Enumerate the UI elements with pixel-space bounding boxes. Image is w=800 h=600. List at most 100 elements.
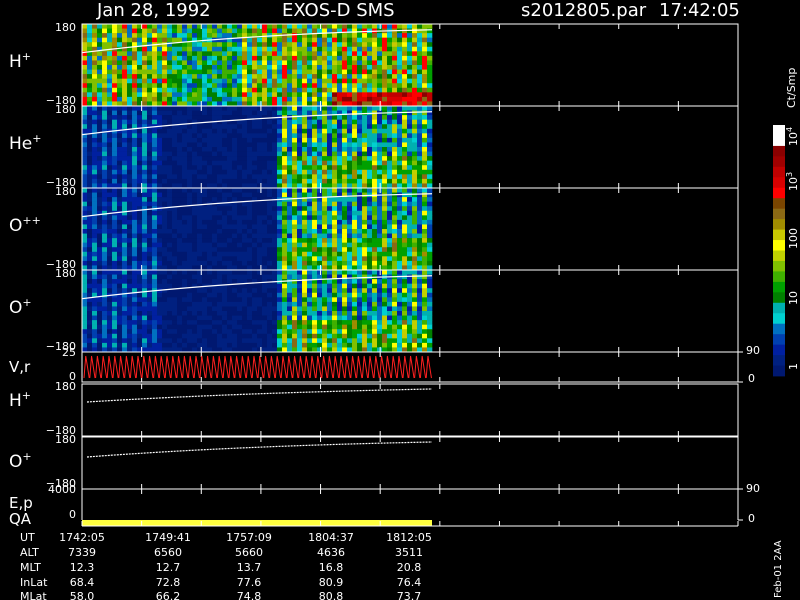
color-bar-cell [773, 250, 785, 262]
vr-trace-segment [141, 355, 148, 379]
axis-cell: 16.8 [319, 561, 344, 574]
axis-row-label: MLat [20, 590, 47, 600]
axis-row-label: UT [20, 531, 35, 544]
axis-row-label: InLat [20, 576, 48, 589]
vr-trace-segment [176, 355, 183, 379]
qa-right-min: 0 [748, 512, 755, 525]
panel-y-max: 180 [55, 267, 76, 280]
axis-cell: 1812:05 [386, 531, 432, 544]
color-bar: Ct/Smp 104 103 100 10 1 [773, 68, 800, 377]
vr-trace-segment [216, 355, 224, 379]
panel-label: O+ [9, 296, 32, 318]
axis-cell: 20.8 [397, 561, 422, 574]
vr-trace-segment [211, 355, 218, 379]
vr-trace-segment [274, 355, 282, 379]
pitch-angle-line-panels: H+180−180O+180−180 [9, 380, 739, 490]
qa-bar [82, 520, 432, 526]
footer-stamp: Feb-01 2AA [773, 540, 784, 598]
color-bar-cell [773, 135, 785, 147]
axis-cell: 80.9 [319, 576, 344, 589]
instrument-name: EXOS-D SMS [282, 0, 395, 21]
axis-cell: 1742:05 [59, 531, 105, 544]
color-bar-cell [773, 166, 785, 178]
vr-trace-segment [164, 355, 171, 379]
color-bar-tick: 100 [787, 228, 800, 249]
line-panel-y-max: 180 [55, 380, 76, 393]
color-bar-cell [773, 125, 785, 136]
spectrogram-panel: O++180−180 [9, 185, 739, 271]
vr-right-max: 90 [746, 344, 760, 357]
panel-y-max: 180 [55, 103, 76, 116]
color-bar-cell [773, 229, 785, 241]
vr-trace-segment [379, 355, 386, 379]
qa-y-min: 0 [69, 508, 76, 521]
vr-trace-segment [350, 355, 357, 379]
axis-cell: 73.7 [397, 590, 422, 600]
axis-cell: 80.8 [319, 590, 344, 600]
axis-cell: 6560 [154, 546, 182, 559]
vr-trace-segment [292, 355, 299, 379]
vr-trace-segment [327, 355, 334, 379]
vr-trace-segment [100, 355, 108, 379]
panel-label: H+ [9, 50, 31, 72]
axis-cell: 72.8 [156, 576, 181, 589]
spectrogram-panels: H+180−180He+180−180O++180−180O+180−180 [9, 21, 739, 353]
vr-trace-segment [356, 355, 363, 379]
axis-cell: 12.3 [70, 561, 95, 574]
color-bar-cell [773, 323, 785, 335]
axis-cell: 58.0 [70, 590, 95, 600]
axis-cell: 1804:37 [308, 531, 354, 544]
vr-y-max: 25 [62, 346, 76, 359]
vr-trace-segment [170, 355, 177, 379]
vr-trace-segment [95, 355, 102, 379]
color-bar-cell [773, 187, 785, 199]
line-panel-frame [81, 436, 739, 490]
vr-trace-segment [118, 355, 125, 379]
vr-trace-segment [112, 355, 119, 379]
qa-label: QA [9, 510, 32, 528]
vr-trace-segment [298, 355, 305, 379]
vr-trace-segment [147, 355, 154, 379]
color-bar-cell [773, 145, 785, 157]
color-bar-tick: 104 [785, 127, 800, 146]
vr-trace-segment [315, 355, 322, 379]
vr-trace-segment [222, 355, 229, 379]
axis-cell: 3511 [395, 546, 423, 559]
plot-time: 17:42:05 [659, 0, 740, 21]
axis-cell: 12.7 [156, 561, 181, 574]
color-bar-cell [773, 156, 785, 168]
axis-cell: 7339 [68, 546, 96, 559]
axis-cell: 13.7 [237, 561, 262, 574]
color-bar-cell [773, 219, 785, 230]
vr-trace-segment [205, 355, 212, 379]
vr-trace-segment [228, 355, 235, 379]
panel-label: O++ [9, 214, 41, 236]
axis-cell: 74.8 [237, 590, 262, 600]
vr-trace-segment [396, 355, 403, 379]
line-panel: O+180−180 [9, 433, 739, 490]
axis-cell: 5660 [235, 546, 263, 559]
vr-trace-segment [257, 355, 264, 379]
vr-trace-segment [187, 355, 195, 379]
vr-trace-segment [303, 355, 311, 379]
vr-trace-segment [135, 355, 142, 379]
file-name: s2012805.par [521, 0, 647, 21]
line-panel-frame [81, 383, 739, 437]
vr-trace-segment [390, 355, 398, 379]
pitch-angle-line [86, 441, 433, 458]
axis-cell: 68.4 [70, 576, 95, 589]
ep-panel: E,p4000 90 [9, 482, 760, 520]
color-bar-cell [773, 240, 785, 251]
line-panel: H+180−180 [9, 380, 739, 437]
spectrogram-panel: O+180−180 [9, 267, 739, 353]
color-bar-title: Ct/Smp [785, 68, 798, 108]
panel-y-max: 180 [55, 185, 76, 198]
color-bar-cell [773, 313, 785, 325]
qa-panel: QA 0 0 [9, 351, 755, 528]
color-bar-tick: 10 [787, 291, 800, 305]
vr-trace-segment [153, 355, 160, 379]
vr-trace-segment [402, 355, 409, 379]
vr-trace-segment [124, 355, 131, 379]
color-bar-cell [773, 355, 785, 366]
vr-trace-segment [338, 355, 345, 379]
